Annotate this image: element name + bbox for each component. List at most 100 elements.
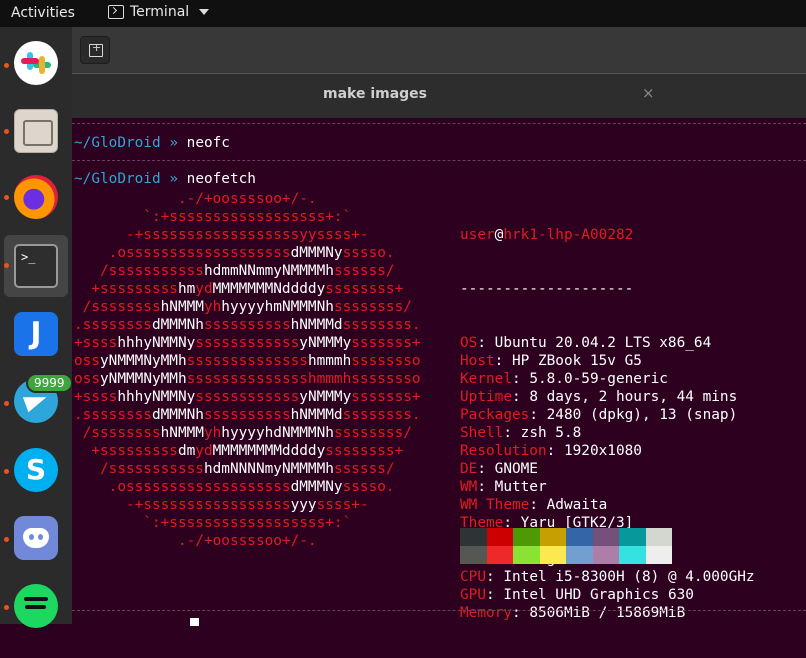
- logo-segment: .osssssssssssssssssss: [74, 245, 291, 261]
- palette-swatch: [460, 528, 487, 546]
- discord-icon[interactable]: [14, 516, 58, 560]
- logo-segment: hNMMM: [160, 425, 204, 441]
- prompt-command: neofetch: [186, 171, 256, 187]
- logo-segment: oss: [74, 353, 100, 369]
- logo-segment: hm: [177, 281, 196, 297]
- logo-line: .osssssssssssssssssssdMMMNysssso.: [74, 244, 421, 262]
- slack-icon[interactable]: [14, 41, 58, 85]
- info-value: Intel i5-8300H (8) @ 4.000GHz: [503, 569, 755, 585]
- paper-plane-icon: [22, 389, 50, 413]
- logo-segment: .ssssssss: [74, 317, 152, 333]
- terminal-icon: [108, 5, 124, 19]
- info-row: Shell: zsh 5.8: [460, 425, 582, 441]
- logo-segment: ssssssss/: [333, 299, 412, 315]
- palette-swatch: [592, 528, 619, 546]
- info-key: WM: [460, 479, 478, 495]
- info-key: WM Theme: [460, 497, 530, 513]
- info-row: Uptime: 8 days, 2 hours, 44 mins: [460, 389, 738, 405]
- logo-line: /ssssssssssshdmNNNNmyNMMMMhssssss/: [74, 460, 421, 478]
- close-icon[interactable]: ×: [642, 84, 655, 102]
- info-row: Memory: 8506MiB / 15869MiB: [460, 605, 686, 621]
- logo-segment: yNMMMNyMMh: [100, 371, 187, 387]
- info-value: 8506MiB / 15869MiB: [529, 605, 686, 621]
- logo-segment: hhhyNMMNy: [117, 389, 196, 405]
- logo-segment: hNMMMd: [290, 407, 343, 423]
- logo-segment: ssssssssssss: [195, 389, 300, 405]
- app-menu[interactable]: Terminal: [108, 4, 210, 20]
- logo-line: .osssssssssssssssssssdMMMNysssso.: [74, 478, 421, 496]
- spotify-icon[interactable]: [14, 584, 58, 628]
- logo-segment: ssssssss.: [342, 317, 421, 333]
- new-tab-button[interactable]: [80, 36, 110, 64]
- info-key: OS: [460, 335, 478, 351]
- logo-line: .-/+oossssoo+/-.: [74, 532, 421, 550]
- info-value: Intel UHD Graphics 630: [503, 587, 694, 603]
- files-icon[interactable]: [14, 109, 58, 153]
- logo-segment: sssso.: [342, 245, 395, 261]
- info-row: Host: HP ZBook 15v G5: [460, 353, 642, 369]
- chevron-down-icon: [199, 9, 210, 15]
- new-tab-icon: [89, 41, 103, 57]
- logo-segment: MMMMMMMNddddy: [212, 281, 326, 297]
- logo-line: -+sssssssssssssssssyyyssss+-: [74, 496, 421, 514]
- tab-make-images[interactable]: make images ×: [72, 73, 806, 118]
- username: user: [460, 227, 495, 243]
- palette-swatch: [539, 528, 566, 546]
- palette-swatch: [566, 528, 593, 546]
- prompt-separator: [72, 123, 806, 124]
- logo-segment: dMMMNh: [151, 407, 204, 423]
- palette-swatch: [486, 546, 513, 564]
- joplin-icon[interactable]: J: [14, 312, 58, 356]
- logo-segment: hhhyNMMNy: [117, 335, 196, 351]
- info-key: Resolution: [460, 443, 547, 459]
- logo-segment: ssssssss+: [325, 281, 404, 297]
- info-key: Memory: [460, 605, 512, 621]
- info-value: HP ZBook 15v G5: [511, 353, 642, 369]
- logo-segment: -+sssssssssssssssss: [74, 497, 291, 513]
- prompt-command: neofc: [186, 135, 230, 151]
- activities-button[interactable]: Activities: [11, 5, 75, 21]
- info-value: zsh 5.8: [520, 425, 582, 441]
- terminal-icon[interactable]: >_: [14, 244, 58, 288]
- info-value: Mutter: [494, 479, 547, 495]
- palette-swatch: [513, 546, 540, 564]
- palette-swatch: [566, 546, 593, 564]
- info-key: Packages: [460, 407, 530, 423]
- logo-segment: yd: [195, 281, 213, 297]
- terminal-cursor: [190, 618, 199, 626]
- logo-segment: .-/+oossssoo+/-.: [74, 191, 317, 207]
- info-value: 5.8.0-59-generic: [529, 371, 668, 387]
- running-indicator: [4, 263, 9, 268]
- palette-swatch: [645, 528, 672, 546]
- palette-swatch: [539, 546, 566, 564]
- logo-segment: hNMMM: [160, 299, 204, 315]
- hostname: hrk1-lhp-A00282: [503, 227, 634, 243]
- prompt-path: ~/GloDroid: [74, 171, 161, 187]
- logo-segment: -+ssssssssssssssssssyyssss+-: [74, 227, 369, 243]
- firefox-icon[interactable]: [14, 175, 58, 219]
- logo-segment: hdmNNNNmyNMMMMh: [203, 461, 334, 477]
- logo-segment: /ssssssss: [74, 299, 161, 315]
- logo-segment: sssso.: [342, 479, 395, 495]
- logo-segment: /ssssssss: [74, 425, 161, 441]
- info-key: Uptime: [460, 389, 512, 405]
- logo-line: .ssssssssdMMMNhsssssssssshNMMMdssssssss.: [74, 406, 421, 424]
- logo-line: -+ssssssssssssssssssyyssss+-: [74, 226, 421, 244]
- palette-swatch: [460, 546, 487, 564]
- terminal-output[interactable]: ~/GloDroid » neofc ~/GloDroid » neofetch…: [72, 118, 806, 626]
- logo-segment: ssssssssssss: [195, 335, 300, 351]
- dock: >_ J 9999 S: [0, 27, 73, 628]
- logo-segment: sssssssssssssshmmmhssssssso: [186, 371, 421, 387]
- info-key: CPU: [460, 569, 486, 585]
- logo-segment: sssssss+: [351, 389, 421, 405]
- logo-line: /ssssssssssshdmmNNmmyNMMMMhssssss/: [74, 262, 421, 280]
- logo-line: .ssssssssdMMMNhsssssssssshNMMMdssssssss.: [74, 316, 421, 334]
- skype-icon[interactable]: S: [14, 448, 58, 492]
- palette-swatch: [486, 528, 513, 546]
- info-value: Adwaita: [546, 497, 608, 513]
- logo-segment: `:+ssssssssssssssssss+:`: [74, 209, 352, 225]
- logo-segment: dm: [177, 443, 196, 459]
- logo-segment: .osssssssssssssssssss: [74, 479, 291, 495]
- telegram-icon[interactable]: 9999: [14, 373, 73, 423]
- logo-segment: +ssss: [74, 389, 118, 405]
